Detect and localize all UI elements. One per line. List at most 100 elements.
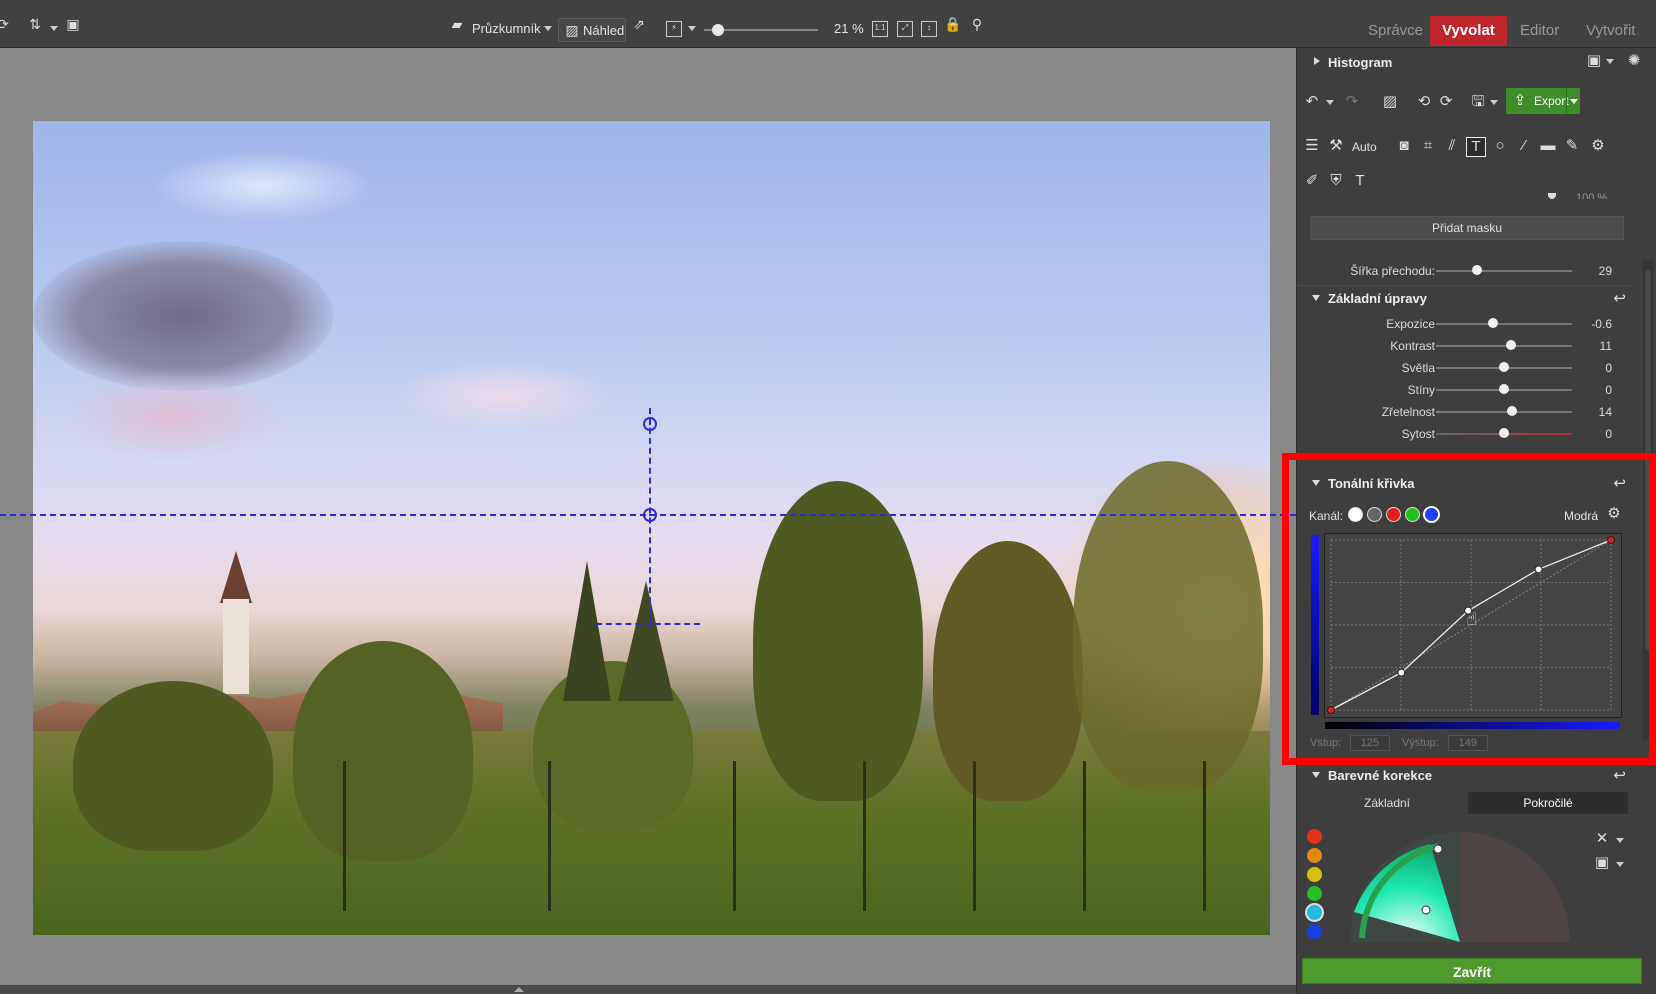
wheel-handle-outer[interactable] [1433,844,1443,854]
fit-height-icon[interactable]: ↕ [921,21,937,37]
brush-icon[interactable]: ⁄ [1514,137,1534,155]
mode-create[interactable]: Vytvořit [1574,16,1647,46]
camera-view-icon[interactable]: ▣ [1584,52,1604,70]
slider-value[interactable]: 11 [1600,339,1612,353]
slider-knob[interactable] [1499,362,1509,372]
gradient-filter-center-handle[interactable] [643,508,657,522]
picker-dropdown-caret[interactable] [1616,838,1624,843]
export-button[interactable]: ⇪ Export [1506,88,1580,114]
flash-dropdown-caret[interactable] [688,26,696,31]
sort-icon[interactable]: ⇅ [26,16,44,32]
slider-knob[interactable] [1488,318,1499,328]
input-value-field[interactable]: 125 [1350,735,1390,751]
undo-icon[interactable]: ↶ [1302,93,1322,111]
channel-luminance-dot[interactable] [1367,507,1382,522]
rotate-left-icon[interactable]: ⟲ [1414,93,1434,111]
text-icon[interactable]: T [1350,172,1370,190]
perspective-icon[interactable]: ⫽ [1442,137,1462,155]
gradient-filter-icon[interactable]: T [1466,137,1486,157]
curve-point[interactable] [1607,536,1615,544]
auto-wand-icon[interactable]: ⚒ [1326,137,1346,155]
radial-filter-icon[interactable]: ○ [1490,137,1510,155]
channel-rgb-dot[interactable] [1348,507,1363,522]
curve-point[interactable] [1534,565,1543,574]
color-red-dot[interactable] [1307,829,1322,844]
shadows-slider[interactable]: Stíny 0 [1300,380,1620,400]
view-dropdown-caret[interactable] [1616,862,1624,867]
slider-track[interactable] [1436,411,1572,413]
zoom-slider-knob[interactable] [711,24,724,36]
saturation-slider[interactable]: Sytost 0 [1300,424,1620,444]
gradient-filter-edge-line[interactable] [596,623,700,625]
slider-value[interactable]: -0.6 [1591,317,1612,331]
export-dropdown-caret[interactable] [1566,88,1580,114]
exposure-slider[interactable]: Expozice -0.6 [1300,314,1620,334]
auto-button[interactable]: Auto [1352,140,1377,154]
image-canvas[interactable] [0,48,1296,985]
slider-value[interactable]: 14 [1599,405,1612,419]
gradient-filter-rotate-handle[interactable] [643,417,657,431]
curve-settings-icon[interactable]: ⚙ [1604,505,1624,523]
folder-icon[interactable]: ▰ [448,16,466,32]
refresh-icon[interactable]: ⟳ [0,16,12,32]
gear-icon[interactable]: ⚙ [1588,137,1608,155]
undo-dropdown-caret[interactable] [1326,100,1334,105]
slider-value[interactable]: 0 [1605,427,1612,441]
scrollbar-thumb[interactable] [1645,270,1651,650]
fit-screen-icon[interactable]: ⤢ [897,21,913,37]
hue-wheel-svg[interactable] [1350,832,1570,942]
healing-icon[interactable]: ✎ [1562,137,1582,155]
rotate-right-icon[interactable]: ⟳ [1436,93,1456,111]
mask-shield-icon[interactable]: ⛨ [1326,172,1346,190]
preview-button[interactable]: ▨ Náhled [558,18,626,42]
camera-view-icon[interactable]: ▣ [1592,854,1612,872]
reset-icon[interactable]: ↩ [1613,474,1626,492]
camera-icon[interactable]: ◙ [1394,137,1414,155]
flash-icon[interactable]: ⚡ [666,21,682,37]
panel-scrollbar[interactable] [1643,260,1653,740]
reset-icon[interactable]: ↩ [1613,766,1626,784]
slider-track[interactable] [1436,323,1572,325]
tone-curve-header[interactable]: Tonální křivka ↩ [1296,471,1632,497]
slider-value[interactable]: 0 [1605,361,1612,375]
curve-point[interactable] [1397,668,1406,677]
slider-track[interactable] [1436,345,1572,347]
lock-icon[interactable]: 🔒 [944,16,962,32]
color-picker-icon[interactable]: ✕ [1592,830,1612,848]
redo-icon[interactable]: ↷ [1342,93,1362,111]
tab-advanced[interactable]: Pokročilé [1468,792,1628,814]
channel-blue-dot[interactable] [1424,507,1439,522]
slider-knob[interactable] [1505,340,1516,350]
save-icon[interactable]: 🖫 [1468,93,1488,111]
transition-width-slider[interactable]: Šířka přechodu: 29 [1300,261,1620,281]
crop-icon[interactable]: ⌗ [1418,137,1438,155]
explorer-dropdown-caret[interactable] [544,26,552,31]
curve-point[interactable] [1327,706,1335,714]
color-orange-dot[interactable] [1307,848,1322,863]
channel-green-dot[interactable] [1405,507,1420,522]
sort-dropdown-caret[interactable] [50,26,58,31]
save-dropdown-caret[interactable] [1490,100,1498,105]
mode-editor[interactable]: Editor [1508,16,1571,46]
mode-manager[interactable]: Správce [1356,16,1435,46]
adjustments-icon[interactable]: ☰ [1302,137,1322,155]
image-compare-icon[interactable]: ▨ [1380,93,1400,111]
color-green-dot[interactable] [1307,886,1322,901]
filmstrip-toggle-bar[interactable] [0,985,1296,994]
slider-value[interactable]: 0 [1605,383,1612,397]
color-corrections-header[interactable]: Barevné korekce ↩ [1296,763,1632,789]
add-mask-button[interactable]: Přidat masku [1310,216,1624,240]
new-folder-icon[interactable]: ▣ [64,16,82,32]
color-cyan-dot[interactable] [1307,905,1322,920]
slider-track[interactable] [1436,270,1572,272]
slider-knob[interactable] [1499,428,1509,438]
settings-icon[interactable]: ✺ [1624,52,1644,70]
highlights-slider[interactable]: Světla 0 [1300,358,1620,378]
eraser-icon[interactable]: ▬ [1538,137,1558,155]
output-value-field[interactable]: 149 [1448,735,1488,751]
filmstrip-toggle-icon[interactable] [514,987,524,992]
open-external-icon[interactable]: ⇗ [630,16,648,32]
tab-basic[interactable]: Základní [1310,792,1464,814]
clarity-slider[interactable]: Zřetelnost 14 [1300,402,1620,422]
basic-adjustments-header[interactable]: Základní úpravy ↩ [1296,285,1632,311]
